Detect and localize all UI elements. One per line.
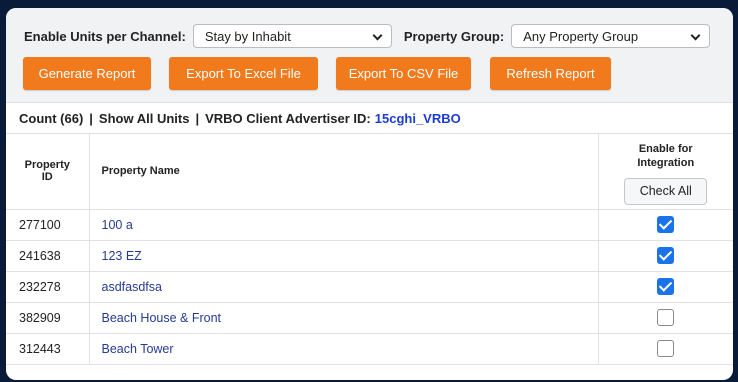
- advertiser-label: VRBO Client Advertiser ID:: [205, 110, 371, 126]
- table-row: 312443 Beach Tower: [6, 333, 733, 365]
- filter-row: Enable Units per Channel: Stay by Inhabi…: [24, 24, 711, 48]
- property-name-link[interactable]: asdfasdfsa: [89, 271, 599, 303]
- summary-bar: Count (66) | Show All Units | VRBO Clien…: [6, 102, 733, 134]
- integration-cell: [598, 333, 733, 365]
- integration-cell: [598, 271, 733, 303]
- refresh-report-button[interactable]: Refresh Report: [490, 57, 611, 90]
- table-row: 382909 Beach House & Front: [6, 302, 733, 334]
- check-all-button[interactable]: Check All: [624, 177, 708, 205]
- export-excel-button[interactable]: Export To Excel File: [169, 57, 318, 90]
- advertiser-id: 15cghi_VRBO: [374, 110, 461, 126]
- property-group-value: Any Property Group: [523, 28, 639, 44]
- integration-checkbox[interactable]: [657, 309, 675, 326]
- units-per-channel-label: Enable Units per Channel:: [24, 28, 186, 44]
- export-csv-button[interactable]: Export To CSV File: [336, 57, 471, 90]
- table-row: 241638 123 EZ: [6, 240, 733, 272]
- property-name-link[interactable]: 123 EZ: [89, 240, 599, 272]
- integration-checkbox[interactable]: [657, 340, 675, 357]
- units-per-channel-select[interactable]: Stay by Inhabit: [192, 24, 392, 48]
- table-header-row: Property ID Property Name Enable for Int…: [6, 134, 733, 210]
- unit-count: Count (66): [19, 110, 84, 126]
- units-per-channel-value: Stay by Inhabit: [204, 28, 291, 44]
- property-group-select[interactable]: Any Property Group: [511, 24, 711, 48]
- integration-cell: [598, 240, 733, 272]
- property-name-link[interactable]: Beach Tower: [89, 333, 599, 365]
- integration-checkbox[interactable]: [657, 247, 675, 264]
- header-property-name: Property Name: [89, 134, 599, 210]
- table-row: 277100 100 a: [6, 209, 733, 241]
- integration-checkbox[interactable]: [657, 216, 675, 233]
- table-body: 277100 100 a 241638 123 EZ 232278 asdfasdfsa 3…: [6, 209, 733, 365]
- property-id-cell: 232278: [6, 271, 90, 303]
- property-group-label: Property Group:: [403, 28, 505, 44]
- header-integration: Enable for Integration Check All: [598, 134, 733, 210]
- header-property-id: Property ID: [6, 134, 90, 210]
- property-id-cell: 277100: [6, 209, 90, 241]
- separator: |: [89, 110, 93, 126]
- table-row: 232278 asdfasdfsa: [6, 271, 733, 303]
- integration-checkbox[interactable]: [657, 278, 675, 295]
- generate-report-button[interactable]: Generate Report: [23, 57, 151, 90]
- integration-header-label: Enable for Integration: [637, 142, 695, 169]
- property-id-cell: 382909: [6, 302, 90, 334]
- separator: |: [195, 110, 200, 126]
- integration-cell: [598, 302, 733, 334]
- chevron-down-icon: [372, 30, 383, 41]
- property-id-cell: 312443: [6, 333, 90, 365]
- property-id-cell: 241638: [6, 240, 90, 272]
- toolbar: Enable Units per Channel: Stay by Inhabi…: [6, 8, 733, 102]
- integration-cell: [598, 209, 733, 241]
- property-name-link[interactable]: 100 a: [89, 209, 599, 241]
- chevron-down-icon: [690, 30, 701, 41]
- property-name-link[interactable]: Beach House & Front: [89, 302, 599, 334]
- report-card: Enable Units per Channel: Stay by Inhabi…: [6, 8, 733, 380]
- properties-table: Property ID Property Name Enable for Int…: [6, 134, 733, 365]
- show-all-units-link[interactable]: Show All Units: [99, 111, 190, 126]
